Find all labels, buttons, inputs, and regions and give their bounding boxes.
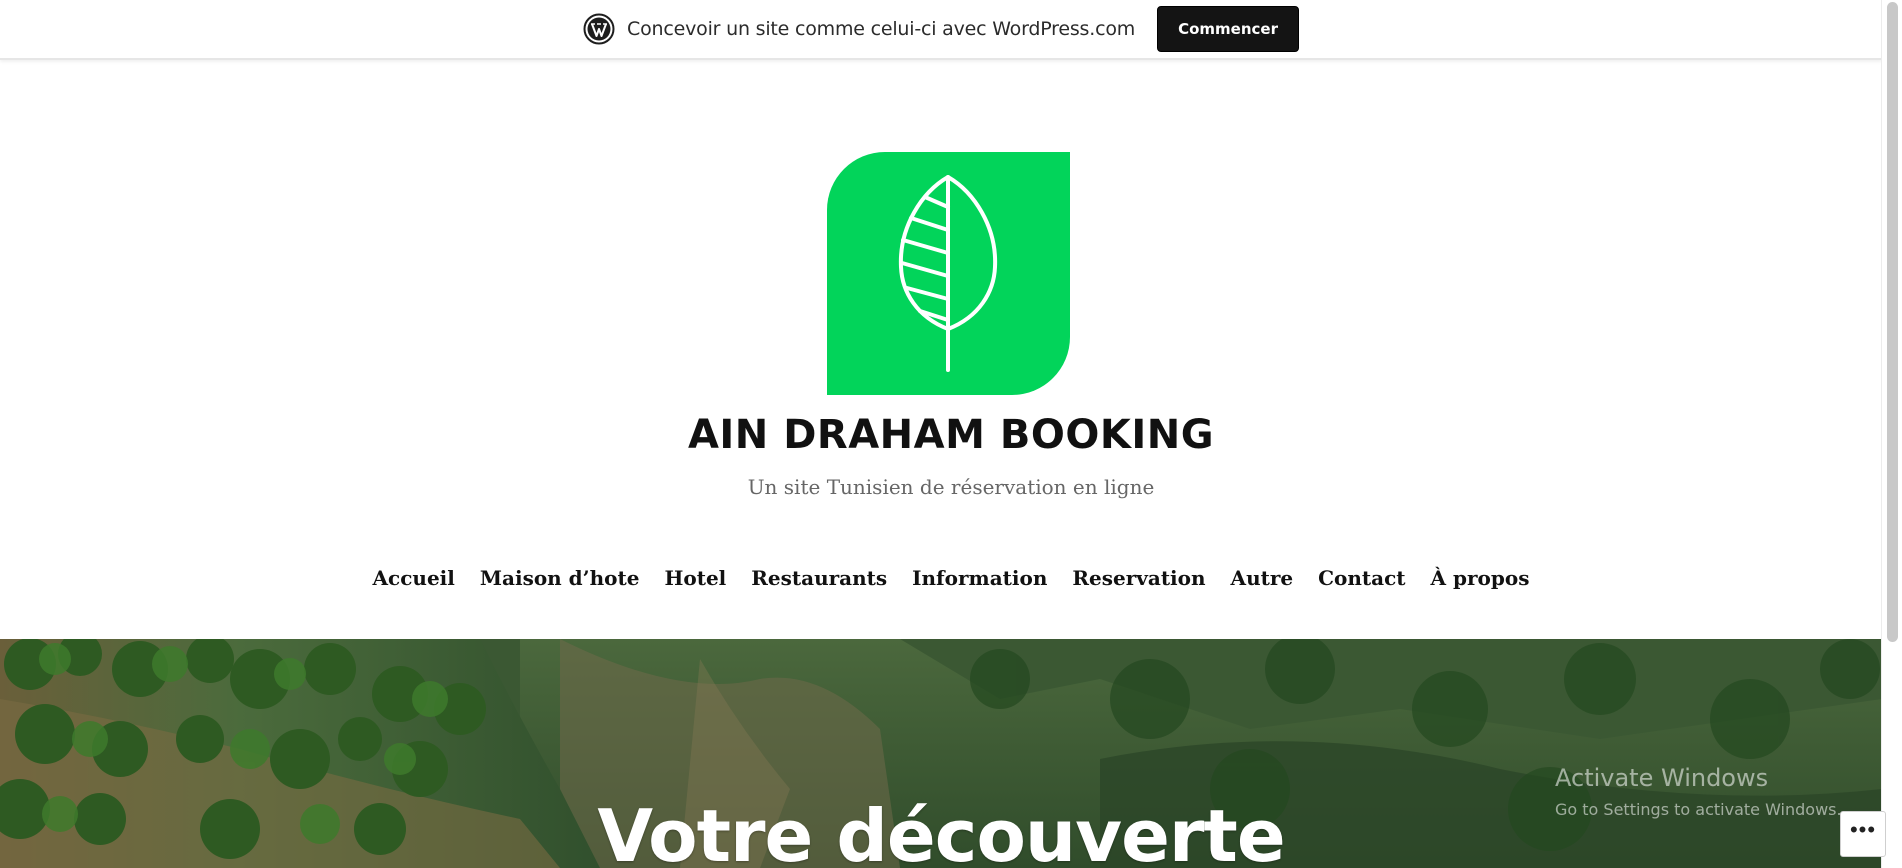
nav-item-hotel[interactable]: Hotel bbox=[664, 566, 726, 590]
page: Concevoir un site comme celui-ci avec Wo… bbox=[0, 0, 1902, 868]
banner-text[interactable]: Concevoir un site comme celui-ci avec Wo… bbox=[627, 18, 1135, 40]
nav-item-a-propos[interactable]: À propos bbox=[1431, 566, 1530, 590]
scrollbar-thumb[interactable] bbox=[1887, 2, 1898, 642]
start-button[interactable]: Commencer bbox=[1157, 6, 1299, 52]
nav-item-maison-d-hote[interactable]: Maison d’hote bbox=[480, 566, 640, 590]
nav-item-autre[interactable]: Autre bbox=[1231, 566, 1294, 590]
nav-item-contact[interactable]: Contact bbox=[1318, 566, 1405, 590]
nav-item-information[interactable]: Information bbox=[912, 566, 1047, 590]
main-navigation: Accueil Maison d’hote Hotel Restaurants … bbox=[0, 566, 1902, 590]
nav-item-reservation[interactable]: Reservation bbox=[1072, 566, 1205, 590]
scrollbar[interactable] bbox=[1881, 0, 1902, 868]
site-tagline: Un site Tunisien de réservation en ligne bbox=[747, 475, 1155, 499]
ellipsis-icon: ••• bbox=[1849, 817, 1877, 842]
nav-item-accueil[interactable]: Accueil bbox=[373, 566, 455, 590]
nav-item-restaurants[interactable]: Restaurants bbox=[751, 566, 887, 590]
watermark-line-2: Go to Settings to activate Windows. bbox=[1555, 800, 1842, 819]
leaf-icon[interactable] bbox=[827, 152, 1070, 395]
site-title[interactable]: AIN DRAHAM BOOKING bbox=[0, 412, 1902, 458]
watermark-line-1: Activate Windows bbox=[1555, 764, 1769, 792]
hero-banner: Votre découverte bbox=[0, 639, 1882, 868]
activate-windows-watermark: Activate Windows Go to Settings to activ… bbox=[1555, 764, 1842, 819]
wordpress-logo-icon[interactable] bbox=[583, 13, 615, 45]
more-actions-button[interactable]: ••• bbox=[1840, 811, 1886, 857]
wordpress-banner: Concevoir un site comme celui-ci avec Wo… bbox=[0, 0, 1882, 60]
